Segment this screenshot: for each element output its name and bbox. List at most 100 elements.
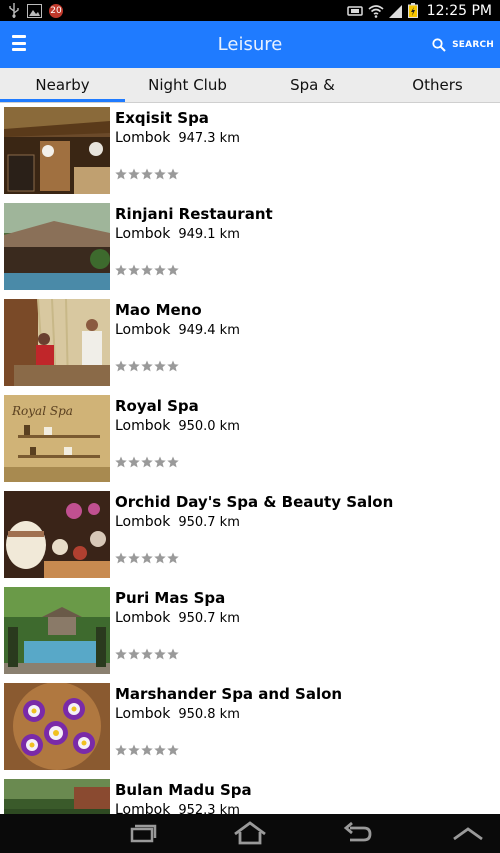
list-item-bulan-madu-spa[interactable]: Bulan Madu Spa Lombok 952.3 km <box>0 775 500 814</box>
list-item-mao-meno[interactable]: Mao Meno Lombok 949.4 km <box>0 295 500 391</box>
star-icon <box>141 168 153 180</box>
list-item-marshander-spa[interactable]: Marshander Spa and Salon Lombok 950.8 km <box>0 679 500 775</box>
rating-stars <box>115 744 179 756</box>
place-thumbnail <box>4 683 110 770</box>
status-time: 12:25 PM <box>426 2 492 19</box>
search-icon <box>432 38 446 52</box>
star-icon <box>115 552 127 564</box>
list-item-rinjani-restaurant[interactable]: Rinjani Restaurant Lombok 949.1 km <box>0 199 500 295</box>
place-city: Lombok <box>115 322 171 338</box>
places-list[interactable]: Exqisit Spa Lombok 947.3 km Rinjani Resta… <box>0 103 500 814</box>
list-item-royal-spa[interactable]: Royal Spa Royal Spa Lombok 950.0 km <box>0 391 500 487</box>
place-name: Royal Spa <box>115 397 199 415</box>
list-item-exqisit-spa[interactable]: Exqisit Spa Lombok 947.3 km <box>0 103 500 199</box>
status-left-icons: 20 <box>8 2 63 19</box>
star-icon <box>128 168 140 180</box>
star-icon <box>141 552 153 564</box>
signal-icon <box>388 4 402 18</box>
thumbnail-sign-text: Royal Spa <box>11 404 73 418</box>
place-distance: 949.1 km <box>178 227 240 242</box>
star-icon <box>167 744 179 756</box>
place-location: Lombok 947.3 km <box>115 130 240 146</box>
rating-stars <box>115 456 179 468</box>
star-icon <box>167 264 179 276</box>
tab-night-club[interactable]: Night Club <box>125 68 250 102</box>
recent-apps-icon[interactable] <box>122 820 162 846</box>
star-icon <box>154 168 166 180</box>
search-button[interactable]: SEARCH <box>432 35 494 55</box>
place-city: Lombok <box>115 226 171 242</box>
image-icon <box>27 3 42 18</box>
star-icon <box>154 648 166 660</box>
tab-spa[interactable]: Spa & <box>250 68 375 102</box>
menu-up-icon[interactable] <box>448 820 488 846</box>
rating-stars <box>115 648 179 660</box>
star-icon <box>141 456 153 468</box>
place-city: Lombok <box>115 802 171 814</box>
place-name: Orchid Day's Spa & Beauty Salon <box>115 493 394 511</box>
place-location: Lombok 952.3 km <box>115 802 240 814</box>
place-city: Lombok <box>115 418 171 434</box>
place-distance: 947.3 km <box>178 131 240 146</box>
star-icon <box>154 456 166 468</box>
tab-bar: Nearby Night Club Spa & Others <box>0 68 500 103</box>
star-icon <box>128 648 140 660</box>
place-distance: 950.8 km <box>178 707 240 722</box>
search-label: SEARCH <box>452 40 494 50</box>
star-icon <box>141 648 153 660</box>
star-icon <box>167 168 179 180</box>
rating-stars <box>115 552 179 564</box>
tab-others[interactable]: Others <box>375 68 500 102</box>
place-location: Lombok 949.1 km <box>115 226 240 242</box>
place-distance: 950.0 km <box>178 419 240 434</box>
list-item-orchid-days-spa[interactable]: Orchid Day's Spa & Beauty Salon Lombok 95… <box>0 487 500 583</box>
star-icon <box>141 264 153 276</box>
star-icon <box>115 456 127 468</box>
action-bar: Leisure SEARCH <box>0 21 500 68</box>
place-name: Puri Mas Spa <box>115 589 226 607</box>
place-thumbnail <box>4 299 110 386</box>
tab-nearby[interactable]: Nearby <box>0 68 125 102</box>
place-location: Lombok 949.4 km <box>115 322 240 338</box>
rating-stars <box>115 264 179 276</box>
star-icon <box>128 552 140 564</box>
place-name: Bulan Madu Spa <box>115 781 252 799</box>
home-icon[interactable] <box>230 820 270 846</box>
back-icon[interactable] <box>338 820 378 846</box>
star-icon <box>128 744 140 756</box>
list-item-puri-mas-spa[interactable]: Puri Mas Spa Lombok 950.7 km <box>0 583 500 679</box>
star-icon <box>128 360 140 372</box>
place-city: Lombok <box>115 130 171 146</box>
place-location: Lombok 950.8 km <box>115 706 240 722</box>
place-distance: 949.4 km <box>178 323 240 338</box>
star-icon <box>167 648 179 660</box>
place-thumbnail <box>4 779 110 814</box>
star-icon <box>154 552 166 564</box>
place-name: Marshander Spa and Salon <box>115 685 343 703</box>
place-city: Lombok <box>115 610 171 626</box>
star-icon <box>128 456 140 468</box>
place-distance: 952.3 km <box>178 803 240 814</box>
star-icon <box>115 744 127 756</box>
rating-stars <box>115 360 179 372</box>
star-icon <box>115 648 127 660</box>
place-thumbnail: Royal Spa <box>4 395 110 482</box>
place-thumbnail <box>4 491 110 578</box>
place-thumbnail <box>4 203 110 290</box>
notification-badge: 20 <box>49 3 63 18</box>
system-nav-bar <box>0 814 500 853</box>
star-icon <box>167 456 179 468</box>
star-icon <box>115 360 127 372</box>
star-icon <box>154 360 166 372</box>
star-icon <box>115 264 127 276</box>
place-name: Rinjani Restaurant <box>115 205 273 223</box>
place-distance: 950.7 km <box>178 515 240 530</box>
place-distance: 950.7 km <box>178 611 240 626</box>
usb-icon <box>9 3 19 18</box>
star-icon <box>167 552 179 564</box>
place-city: Lombok <box>115 514 171 530</box>
rating-stars <box>115 168 179 180</box>
place-name: Exqisit Spa <box>115 109 209 127</box>
status-bar: 20 12:25 PM <box>0 0 500 21</box>
page-title: Leisure <box>217 34 283 55</box>
